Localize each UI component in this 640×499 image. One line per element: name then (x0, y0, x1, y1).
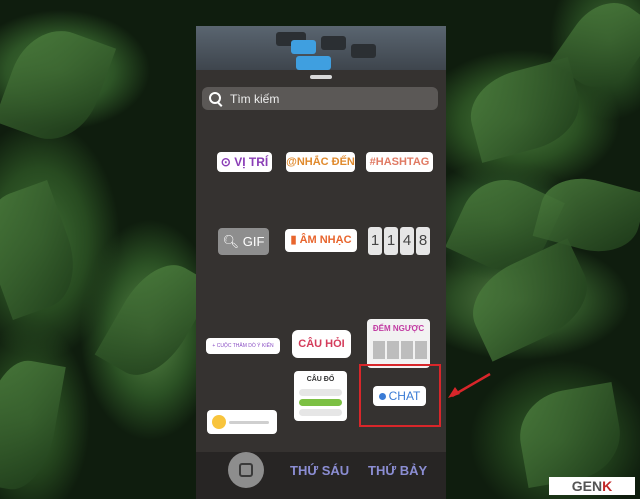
poll-sticker[interactable]: + CUỘC THĂM DÒ Ý KIẾN (206, 338, 280, 354)
search-icon (209, 92, 221, 104)
quiz-title: CÂU ĐỐ (306, 376, 335, 383)
gif-sticker[interactable]: 🔍︎ GIF (218, 228, 269, 255)
poll-sticker-label: + CUỘC THĂM DÒ Ý KIẾN (212, 343, 274, 349)
brand-k: K (602, 478, 613, 494)
day-label-friday[interactable]: THỨ SÁU (290, 463, 349, 478)
search-placeholder: Tìm kiếm (230, 92, 280, 106)
countdown-digit: 8 (416, 227, 430, 255)
gif-search-icon: 🔍︎ (222, 234, 243, 249)
countdown-quiz-sticker[interactable]: ĐẾM NGƯỢC (367, 319, 430, 368)
countdown-digit: 4 (400, 227, 414, 255)
slider-track (229, 421, 269, 424)
sticker-picker-panel: Tìm kiếm ⊙ VỊ TRÍ @NHẮC ĐẾN #HASHTAG 🔍︎ … (196, 26, 446, 499)
search-bar[interactable]: Tìm kiếm (202, 87, 438, 110)
location-sticker[interactable]: ⊙ VỊ TRÍ (217, 152, 272, 172)
gif-sticker-label: GIF (242, 234, 265, 249)
music-sticker[interactable]: ▮ ÂM NHẠC (285, 229, 357, 252)
heart-eyes-emoji-icon (212, 415, 226, 429)
quiz-sticker-title: ĐẾM NGƯỢC (372, 324, 425, 333)
drag-handle[interactable] (310, 75, 332, 79)
music-bars-icon: ▮ (290, 234, 300, 246)
mention-sticker-label: @NHẮC ĐẾN (286, 156, 355, 168)
question-sticker[interactable]: CÂU HỎI (292, 330, 351, 358)
camera-icon[interactable] (228, 452, 264, 488)
question-sticker-label: CÂU HỎI (298, 338, 345, 350)
genk-watermark-logo: GENK (549, 477, 635, 495)
arrow-icon (448, 372, 491, 398)
brand-prefix: GEN (571, 478, 603, 494)
music-sticker-label: ÂM NHẠC (299, 234, 352, 246)
countdown-sticker[interactable]: 1 1 4 8 (368, 227, 430, 255)
mention-sticker[interactable]: @NHẮC ĐẾN (286, 152, 355, 172)
quiz-sticker[interactable]: CÂU ĐỐ (294, 371, 347, 421)
emoji-slider-sticker[interactable] (207, 410, 277, 434)
hashtag-sticker-label: #HASHTAG (369, 156, 430, 168)
day-label-saturday[interactable]: THỨ BẢY (368, 463, 427, 478)
countdown-digit: 1 (368, 227, 382, 255)
keyboard-preview (196, 26, 446, 70)
location-sticker-label: VỊ TRÍ (234, 155, 269, 169)
hashtag-sticker[interactable]: #HASHTAG (366, 152, 433, 172)
chat-highlight-box (359, 364, 441, 427)
countdown-digit: 1 (384, 227, 398, 255)
location-pin-icon: ⊙ (220, 155, 235, 169)
